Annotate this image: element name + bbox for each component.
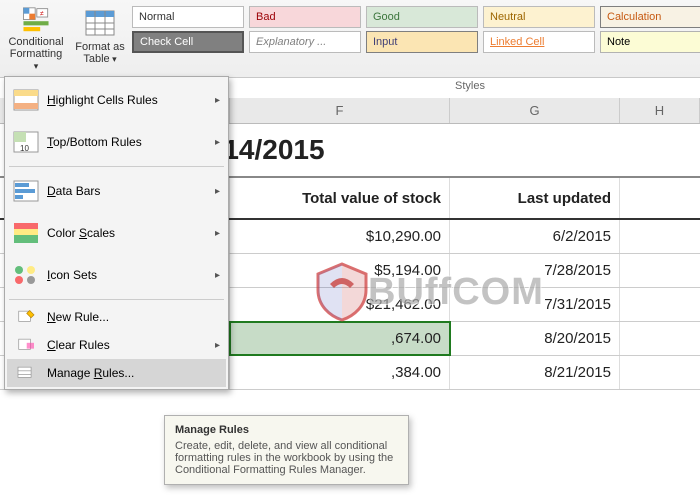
style-good[interactable]: Good — [366, 6, 478, 28]
new-rule-icon — [13, 309, 39, 325]
style-bad[interactable]: Bad — [249, 6, 361, 28]
cell-g5[interactable]: 8/21/2015 — [450, 356, 620, 389]
format-as-table-button[interactable]: Format as Table — [68, 2, 132, 77]
style-linked-cell[interactable]: Linked Cell — [483, 31, 595, 53]
cell-f3[interactable]: $21,462.00 — [230, 288, 450, 321]
menu-new-rule[interactable]: New Rule... — [7, 303, 226, 331]
menu-top-bottom-rules[interactable]: 10 Top/Bottom Rules — [7, 121, 226, 163]
style-note[interactable]: Note — [600, 31, 700, 53]
conditional-formatting-button[interactable]: ≠ Conditional Formatting — [4, 2, 68, 77]
cell-f1[interactable]: $10,290.00 — [230, 220, 450, 253]
tooltip-body: Create, edit, delete, and view all condi… — [175, 440, 398, 476]
menu-label: Color Scales — [47, 226, 209, 240]
menu-label: New Rule... — [47, 310, 220, 324]
cell-f4-selected[interactable]: ,674.00 — [230, 322, 450, 355]
cell-g3[interactable]: 7/31/2015 — [450, 288, 620, 321]
menu-separator — [9, 299, 224, 300]
conditional-formatting-icon: ≠ — [20, 7, 52, 34]
styles-group-label: Styles — [250, 79, 690, 93]
header-total-value[interactable]: Total value of stock — [230, 178, 450, 218]
manage-rules-icon — [13, 365, 39, 381]
cell-g1[interactable]: 6/2/2015 — [450, 220, 620, 253]
svg-text:≠: ≠ — [40, 10, 44, 17]
menu-clear-rules[interactable]: Clear Rules — [7, 331, 226, 359]
menu-separator — [9, 166, 224, 167]
cell-g2[interactable]: 7/28/2015 — [450, 254, 620, 287]
svg-text:10: 10 — [20, 144, 29, 153]
tooltip-title: Manage Rules — [175, 424, 398, 436]
menu-data-bars[interactable]: Data Bars — [7, 170, 226, 212]
menu-label: Icon Sets — [47, 268, 209, 282]
menu-label: Top/Bottom Rules — [47, 135, 209, 149]
col-header-h[interactable]: H — [620, 98, 700, 123]
highlight-cells-icon — [13, 89, 39, 111]
style-calculation[interactable]: Calculation — [600, 6, 700, 28]
menu-color-scales[interactable]: Color Scales — [7, 212, 226, 254]
conditional-formatting-menu: Highlight Cells Rules 10 Top/Bottom Rule… — [4, 76, 229, 390]
style-neutral[interactable]: Neutral — [483, 6, 595, 28]
format-as-table-label: Format as Table — [75, 41, 125, 65]
menu-label: Data Bars — [47, 184, 209, 198]
conditional-formatting-label: Conditional Formatting — [8, 36, 63, 72]
cell-f5[interactable]: ,384.00 — [230, 356, 450, 389]
style-input[interactable]: Input — [366, 31, 478, 53]
data-bars-icon — [13, 180, 39, 202]
header-last-updated[interactable]: Last updated — [450, 178, 620, 218]
manage-rules-tooltip: Manage Rules Create, edit, delete, and v… — [164, 415, 409, 485]
col-header-g[interactable]: G — [450, 98, 620, 123]
ribbon-toolbar: ≠ Conditional Formatting Format as Table… — [0, 0, 700, 78]
style-normal[interactable]: Normal — [132, 6, 244, 28]
format-as-table-icon — [84, 7, 116, 39]
icon-sets-icon — [13, 264, 39, 286]
menu-icon-sets[interactable]: Icon Sets — [7, 254, 226, 296]
style-explanatory[interactable]: Explanatory ... — [249, 31, 361, 53]
menu-label: Highlight Cells Rules — [47, 93, 209, 107]
color-scales-icon — [13, 222, 39, 244]
menu-highlight-cells-rules[interactable]: Highlight Cells Rules — [7, 79, 226, 121]
menu-label: Manage Rules... — [47, 366, 220, 380]
menu-manage-rules[interactable]: Manage Rules... — [7, 359, 226, 387]
clear-rules-icon — [13, 337, 39, 353]
style-check-cell[interactable]: Check Cell — [132, 31, 244, 53]
cell-styles-gallery: Normal Bad Good Neutral Calculation Chec… — [132, 2, 700, 77]
col-header-f[interactable]: F — [230, 98, 450, 123]
menu-label: Clear Rules — [47, 338, 209, 352]
cell-g4[interactable]: 8/20/2015 — [450, 322, 620, 355]
top-bottom-icon: 10 — [13, 131, 39, 153]
cell-f2[interactable]: $5,194.00 — [230, 254, 450, 287]
